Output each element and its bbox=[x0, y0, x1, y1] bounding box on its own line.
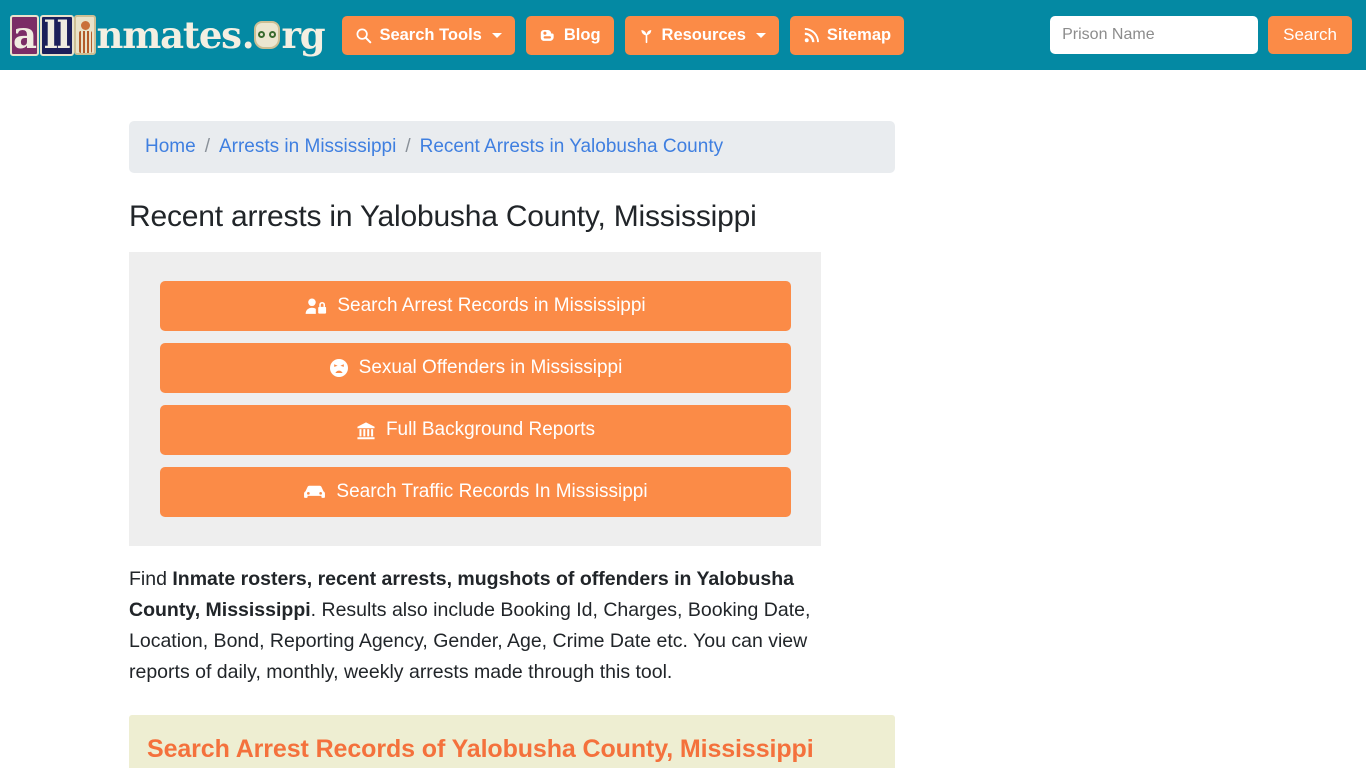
search-traffic-records-label: Search Traffic Records In Mississippi bbox=[336, 481, 648, 502]
page-title: Recent arrests in Yalobusha County, Miss… bbox=[129, 200, 757, 233]
page-body: Home / Arrests in Mississippi / Recent A… bbox=[0, 121, 1366, 768]
site-logo[interactable]: a ll nmates. rg bbox=[10, 12, 326, 58]
page-description: Find Inmate rosters, recent arrests, mug… bbox=[129, 564, 849, 688]
breadcrumb-separator: / bbox=[204, 136, 210, 157]
content-container: Home / Arrests in Mississippi / Recent A… bbox=[129, 121, 895, 768]
prison-name-search-input[interactable] bbox=[1050, 16, 1259, 54]
full-background-reports-button[interactable]: Full Background Reports bbox=[160, 405, 791, 455]
logo-skull-eye-left bbox=[258, 31, 266, 38]
search-icon bbox=[355, 27, 372, 44]
blogger-icon bbox=[539, 26, 557, 44]
header-search-button[interactable]: Search bbox=[1268, 16, 1352, 54]
seedling-icon bbox=[638, 27, 655, 44]
section-heading: Search Arrest Records of Yalobusha Count… bbox=[147, 735, 814, 763]
header-search-group: Search bbox=[1050, 16, 1352, 54]
breadcrumb-item-arrests-in-mississippi[interactable]: Arrests in Mississippi bbox=[219, 136, 396, 158]
logo-inmate-figure-icon bbox=[73, 15, 96, 55]
nav-resources-button[interactable]: Resources bbox=[624, 15, 779, 55]
user-lock-icon bbox=[305, 297, 327, 316]
car-icon bbox=[303, 483, 326, 501]
nav-sitemap-label: Sitemap bbox=[826, 25, 892, 44]
site-header: a ll nmates. rg Search Tools Blog Resour… bbox=[0, 0, 1366, 70]
breadcrumb: Home / Arrests in Mississippi / Recent A… bbox=[129, 121, 895, 173]
angry-face-icon bbox=[329, 358, 349, 378]
breadcrumb-item-recent-arrests[interactable]: Recent Arrests in Yalobusha County bbox=[420, 136, 723, 158]
logo-letters-nmates: nmates bbox=[96, 12, 242, 57]
logo-letter-ll: ll bbox=[39, 14, 74, 56]
chevron-down-icon bbox=[755, 32, 766, 38]
full-background-reports-label: Full Background Reports bbox=[385, 419, 596, 440]
nav-resources-label: Resources bbox=[661, 25, 746, 44]
logo-skull-icon bbox=[254, 21, 281, 49]
nav-blog-label: Blog bbox=[563, 25, 601, 44]
search-traffic-records-button[interactable]: Search Traffic Records In Mississippi bbox=[160, 467, 791, 517]
logo-letter-a: a bbox=[10, 14, 39, 56]
nav-sitemap-button[interactable]: Sitemap bbox=[789, 15, 905, 55]
rss-icon bbox=[803, 27, 820, 44]
logo-letters-rg: rg bbox=[281, 12, 325, 57]
description-prefix: Find bbox=[129, 568, 173, 590]
logo-wordmark: a ll nmates. rg bbox=[10, 12, 326, 57]
chevron-down-icon bbox=[491, 32, 502, 38]
nav-blog-button[interactable]: Blog bbox=[525, 15, 614, 55]
breadcrumb-separator: / bbox=[405, 136, 411, 157]
nav-search-tools-label: Search Tools bbox=[379, 25, 482, 44]
breadcrumb-item-home[interactable]: Home bbox=[145, 136, 196, 158]
action-button-panel: Search Arrest Records in Mississippi Sex… bbox=[129, 252, 821, 546]
logo-skull-eye-right bbox=[269, 31, 277, 38]
nav-search-tools-button[interactable]: Search Tools bbox=[342, 15, 515, 55]
search-arrest-records-section: Search Arrest Records of Yalobusha Count… bbox=[129, 715, 895, 768]
landmark-icon bbox=[356, 421, 376, 440]
search-arrest-records-label: Search Arrest Records in Mississippi bbox=[337, 295, 646, 316]
sexual-offenders-label: Sexual Offenders in Mississippi bbox=[358, 357, 623, 378]
sexual-offenders-button[interactable]: Sexual Offenders in Mississippi bbox=[160, 343, 791, 393]
logo-dot: . bbox=[241, 12, 255, 57]
search-arrest-records-button[interactable]: Search Arrest Records in Mississippi bbox=[160, 281, 791, 331]
